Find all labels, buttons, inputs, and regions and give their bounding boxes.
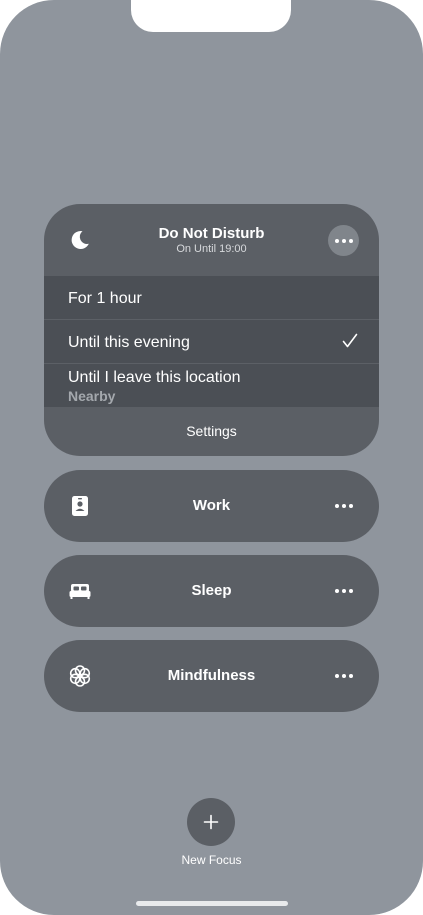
focus-work[interactable]: Work (44, 470, 379, 542)
focus-label: Sleep (191, 582, 232, 599)
ellipsis-icon (335, 674, 353, 678)
work-more-button[interactable] (330, 496, 358, 516)
plus-icon (203, 814, 219, 830)
checkmark-icon (342, 333, 358, 348)
option-label: Until this evening (68, 334, 190, 351)
dnd-card: Do Not Disturb On Until 19:00 For 1 hour… (44, 204, 379, 456)
option-until-leave-location[interactable]: Until I leave this location Nearby (44, 364, 379, 407)
option-for-1-hour[interactable]: For 1 hour (44, 276, 379, 320)
focus-label: Mindfulness (167, 667, 256, 684)
sleep-more-button[interactable] (330, 581, 358, 601)
focus-mindfulness[interactable]: Mindfulness (44, 640, 379, 712)
ellipsis-icon (334, 238, 353, 243)
dnd-more-button[interactable] (328, 225, 359, 256)
new-focus-button[interactable] (187, 798, 235, 846)
new-focus-label: New Focus (181, 853, 242, 867)
home-indicator[interactable] (136, 901, 288, 906)
focus-label: Work (192, 497, 231, 514)
settings-button[interactable]: Settings (44, 407, 379, 456)
option-label: Until I leave this location (68, 369, 241, 386)
option-label: For 1 hour (68, 290, 142, 307)
option-until-this-evening[interactable]: Until this evening (44, 320, 379, 364)
option-sublabel: Nearby (68, 388, 116, 404)
mindfulness-more-button[interactable] (330, 666, 358, 686)
phone-screen: Do Not Disturb On Until 19:00 For 1 hour… (0, 0, 423, 915)
dnd-options-list: For 1 hour Until this evening Until I le… (44, 276, 379, 407)
ellipsis-icon (335, 504, 353, 508)
notch (131, 0, 291, 32)
dnd-header[interactable]: Do Not Disturb On Until 19:00 (44, 204, 379, 276)
focus-sleep[interactable]: Sleep (44, 555, 379, 627)
ellipsis-icon (335, 589, 353, 593)
